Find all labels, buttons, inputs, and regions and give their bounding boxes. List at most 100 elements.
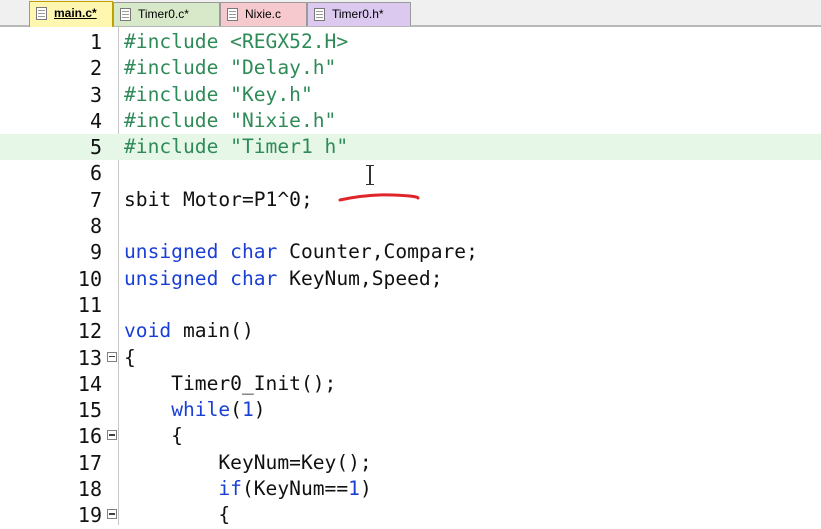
code-text: #include "Timer1 h"	[124, 136, 348, 158]
code-token: (KeyNum==	[241, 477, 349, 501]
tab-timer0-c[interactable]: Timer0.c*	[113, 2, 220, 26]
code-line[interactable]: 1 #include <REGX52.H>	[0, 29, 821, 55]
code-token: while	[171, 398, 231, 422]
line-number: 19	[77, 503, 102, 528]
code-text: {	[124, 425, 183, 447]
code-line[interactable]: 16 {	[0, 423, 821, 449]
code-line[interactable]: 13 {	[0, 345, 821, 371]
code-token: #include "Timer1 h"	[124, 135, 349, 159]
tab-label: Nixie.c	[245, 7, 282, 21]
code-line[interactable]: 11	[0, 292, 821, 318]
code-text: {	[124, 504, 230, 526]
code-token: {	[124, 424, 183, 448]
tab-label: Timer0.c*	[138, 7, 189, 21]
line-number: 10	[77, 266, 102, 291]
code-token: #include "Nixie.h"	[124, 108, 337, 132]
code-line[interactable]: 10 unsigned char KeyNum,Speed;	[0, 266, 821, 292]
code-token: #include "Delay.h"	[124, 56, 337, 80]
code-token: char	[230, 240, 278, 264]
line-number: 1	[89, 30, 102, 54]
code-line[interactable]: 4 #include "Nixie.h"	[0, 108, 821, 134]
tab-nixie-c[interactable]: Nixie.c	[220, 2, 307, 26]
editor-tab-bar: main.c* Timer0.c* Nixie.c Timer0.h*	[0, 0, 821, 27]
code-token: KeyNum=Key();	[124, 450, 372, 474]
code-text: unsigned char KeyNum,Speed;	[124, 266, 443, 290]
line-number: 11	[77, 292, 102, 317]
h-file-icon	[314, 8, 325, 21]
line-number: 14	[77, 371, 102, 396]
fold-collapse-icon[interactable]	[107, 509, 117, 520]
line-number: 12	[77, 319, 102, 344]
line-number: 18	[77, 477, 102, 502]
tab-main-c[interactable]: main.c*	[29, 1, 113, 27]
code-text: #include "Key.h"	[124, 82, 313, 106]
code-line[interactable]: 9 unsigned char Counter,Compare;	[0, 239, 821, 265]
line-number: 6	[89, 161, 102, 186]
code-text: Timer0_Init();	[124, 371, 337, 395]
tab-timer0-h[interactable]: Timer0.h*	[307, 2, 411, 26]
code-text: #include <REGX52.H>	[124, 31, 348, 53]
code-line[interactable]: 15 while(1)	[0, 397, 821, 423]
code-token: Timer0_Init();	[124, 371, 337, 395]
code-token: {	[124, 345, 136, 369]
code-line[interactable]: 8	[0, 213, 821, 239]
code-token: if	[218, 477, 242, 501]
code-line[interactable]: 5 #include "Timer1 h"	[0, 134, 821, 161]
code-token: 1	[241, 398, 254, 422]
line-number: 5	[89, 135, 102, 160]
line-number: 8	[89, 214, 102, 239]
c-file-icon	[36, 7, 47, 20]
code-line[interactable]: 18 if(KeyNum==1)	[0, 476, 821, 502]
code-line[interactable]: 14 Timer0_Init();	[0, 371, 821, 397]
code-line[interactable]: 12 void main()	[0, 318, 821, 344]
code-token: Counter,Compare;	[277, 240, 478, 264]
code-text: if(KeyNum==1)	[124, 477, 372, 501]
code-token: #include "Key.h"	[124, 82, 313, 106]
code-line[interactable]: 6	[0, 160, 821, 186]
code-token: sbit Motor=P1^0;	[124, 187, 313, 211]
line-number: 9	[89, 240, 102, 265]
code-token: 1	[348, 477, 360, 501]
tab-label: main.c*	[54, 6, 97, 20]
code-token: )	[359, 477, 372, 501]
code-line[interactable]: 3 #include "Key.h"	[0, 82, 821, 108]
code-line[interactable]: 2 #include "Delay.h"	[0, 55, 821, 81]
tab-label: Timer0.h*	[332, 7, 384, 21]
code-text: {	[124, 345, 136, 369]
code-text: KeyNum=Key();	[124, 450, 372, 474]
code-text: void main()	[124, 320, 254, 342]
fold-collapse-icon[interactable]	[107, 351, 117, 362]
code-token: char	[230, 266, 278, 290]
line-number: 16	[77, 424, 102, 449]
code-token: main()	[171, 319, 254, 343]
line-number: 4	[89, 108, 102, 133]
c-file-icon	[120, 8, 131, 21]
code-token: (	[230, 398, 242, 422]
code-token: {	[124, 503, 231, 527]
code-lines: 1 #include <REGX52.H> 2 #include "Delay.h" 3…	[0, 29, 821, 529]
fold-collapse-icon[interactable]	[107, 430, 117, 441]
line-number: 3	[89, 82, 102, 107]
code-token: unsigned	[124, 240, 219, 264]
code-token: KeyNum,Speed;	[277, 266, 443, 290]
code-text: #include "Nixie.h"	[124, 108, 337, 132]
code-token: )	[253, 398, 266, 422]
code-text: sbit Motor=P1^0;	[124, 187, 313, 211]
code-text: while(1)	[124, 398, 266, 422]
code-text: unsigned char Counter,Compare;	[124, 241, 478, 263]
line-number: 17	[77, 450, 102, 475]
c-file-icon	[227, 8, 238, 21]
code-token: #include <REGX52.H>	[124, 30, 349, 53]
code-text: #include "Delay.h"	[124, 57, 336, 79]
line-number: 13	[77, 345, 102, 370]
code-token: void	[124, 319, 172, 343]
line-number: 7	[89, 187, 102, 212]
code-editor[interactable]: 1 #include <REGX52.H> 2 #include "Delay.h" 3…	[0, 27, 821, 526]
code-line[interactable]: 17 KeyNum=Key();	[0, 450, 821, 476]
red-underline-annotation	[338, 193, 420, 202]
line-number: 15	[77, 398, 102, 423]
